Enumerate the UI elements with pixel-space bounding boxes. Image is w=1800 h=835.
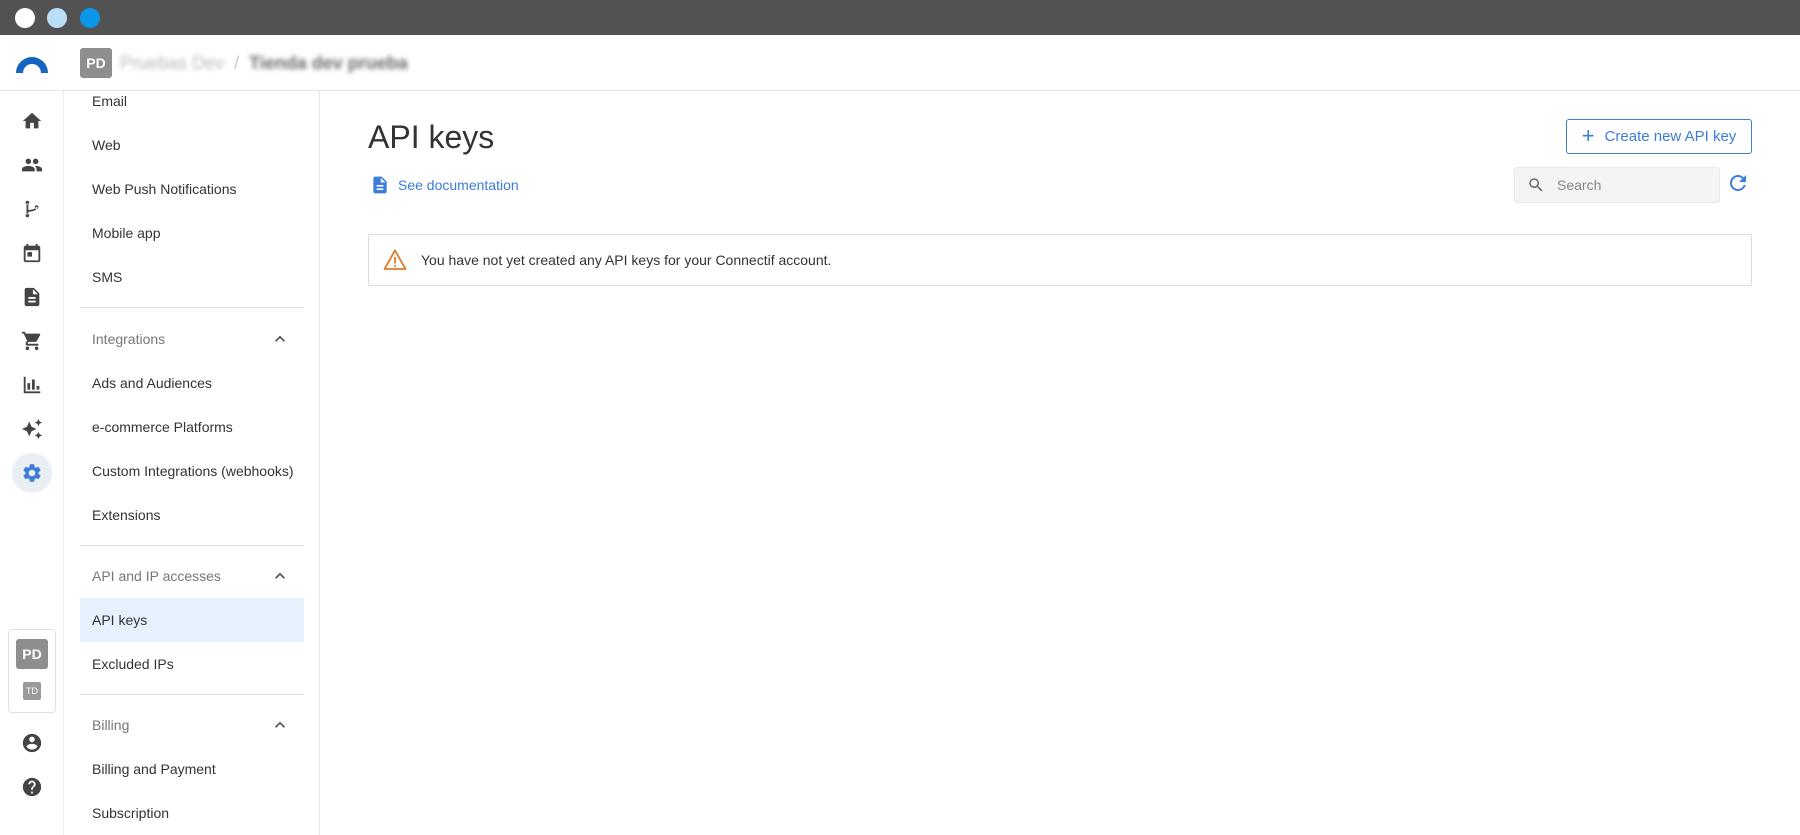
sidebar-item-email[interactable]: Email [80, 91, 304, 123]
sidebar-item-extensions[interactable]: Extensions [80, 493, 304, 537]
see-documentation-label: See documentation [398, 177, 519, 193]
chevron-up-icon[interactable] [270, 329, 290, 349]
sidebar-item-excluded-ips[interactable]: Excluded IPs [80, 642, 304, 686]
main-content: API keys See documentation + Create new … [320, 91, 1800, 835]
sidebar-item-label: Mobile app [92, 225, 161, 241]
chevron-up-icon[interactable] [270, 566, 290, 586]
empty-state-message: You have not yet created any API keys fo… [421, 252, 832, 268]
sidebar-item-billing-payment[interactable]: Billing and Payment [80, 747, 304, 791]
account-avatar-secondary[interactable]: TD [23, 682, 41, 700]
refresh-icon[interactable] [1726, 171, 1750, 195]
content-icon[interactable] [12, 277, 52, 317]
workspace-avatar[interactable]: PD [80, 48, 112, 78]
sidebar-item-label: Extensions [92, 507, 161, 523]
sidebar-item-label: Subscription [92, 805, 170, 821]
see-documentation-link[interactable]: See documentation [370, 174, 519, 196]
app-logo[interactable] [14, 51, 50, 75]
sidebar-section-billing[interactable]: Billing [80, 703, 304, 747]
account-switcher: PD TD [8, 629, 56, 713]
sidebar-item-web[interactable]: Web [80, 123, 304, 167]
search-box[interactable] [1514, 167, 1720, 203]
store-icon[interactable] [12, 321, 52, 361]
section-title: API and IP accesses [92, 568, 221, 584]
sidebar-item-mobile-app[interactable]: Mobile app [80, 211, 304, 255]
sidebar-item-ecommerce-platforms[interactable]: e-commerce Platforms [80, 405, 304, 449]
window-maximize-button[interactable] [80, 8, 100, 28]
icon-rail: PD TD [0, 91, 64, 835]
reports-icon[interactable] [12, 365, 52, 405]
sidebar-item-label: Email [92, 93, 128, 109]
sidebar-item-subscription[interactable]: Subscription [80, 791, 304, 835]
sidebar-item-label: Web [92, 137, 121, 153]
home-icon[interactable] [12, 101, 52, 141]
search-input[interactable] [1557, 177, 1707, 193]
breadcrumb-separator: / [234, 53, 240, 73]
breadcrumb-current: Tienda dev prueba [249, 53, 408, 73]
empty-state-alert: You have not yet created any API keys fo… [368, 234, 1752, 286]
window-minimize-button[interactable] [47, 8, 67, 28]
sidebar-item-web-push[interactable]: Web Push Notifications [80, 167, 304, 211]
section-title: Integrations [92, 331, 166, 347]
sidebar-item-custom-integrations[interactable]: Custom Integrations (webhooks) [80, 449, 304, 493]
sidebar-divider [80, 694, 304, 695]
account-avatar-primary[interactable]: PD [16, 639, 48, 669]
help-icon[interactable] [12, 767, 52, 807]
sidebar-divider [80, 545, 304, 546]
top-header: PD Pruebas Dev / Tienda dev prueba [0, 35, 1800, 91]
breadcrumb: Pruebas Dev / Tienda dev prueba [120, 53, 408, 74]
sidebar-item-label: API keys [92, 612, 148, 628]
user-profile-icon[interactable] [12, 723, 52, 763]
chevron-up-icon[interactable] [270, 715, 290, 735]
sidebar-item-label: Excluded IPs [92, 656, 174, 672]
settings-icon[interactable] [12, 453, 52, 493]
calendar-icon[interactable] [12, 233, 52, 273]
search-icon [1529, 178, 1543, 192]
window-close-button[interactable] [15, 8, 35, 28]
sidebar-item-label: Ads and Audiences [92, 375, 212, 391]
page-title: API keys [368, 119, 495, 155]
sidebar-divider [80, 307, 304, 308]
sidebar-item-label: Custom Integrations (webhooks) [92, 463, 294, 479]
create-api-key-button[interactable]: + Create new API key [1566, 119, 1752, 154]
sidebar-section-api-ip[interactable]: API and IP accesses [80, 554, 304, 598]
settings-sidebar: Email Web Web Push Notifications Mobile … [64, 91, 320, 835]
sidebar-item-label: Billing and Payment [92, 761, 216, 777]
sidebar-item-label: e-commerce Platforms [92, 419, 233, 435]
document-icon [373, 176, 387, 194]
breadcrumb-parent[interactable]: Pruebas Dev [120, 53, 224, 74]
warning-icon [383, 249, 407, 270]
sidebar-item-api-keys[interactable]: API keys [80, 598, 304, 642]
section-title: Billing [92, 717, 130, 733]
contacts-icon[interactable] [12, 145, 52, 185]
sidebar-item-ads-audiences[interactable]: Ads and Audiences [80, 361, 304, 405]
ai-icon[interactable] [12, 409, 52, 449]
create-api-key-label: Create new API key [1604, 128, 1737, 145]
sidebar-item-label: Web Push Notifications [92, 181, 237, 197]
window-titlebar [0, 0, 1800, 35]
sidebar-item-label: SMS [92, 269, 123, 285]
workflows-icon[interactable] [12, 189, 52, 229]
sidebar-section-integrations[interactable]: Integrations [80, 317, 304, 361]
plus-icon: + [1581, 122, 1595, 148]
sidebar-item-sms[interactable]: SMS [80, 255, 304, 299]
